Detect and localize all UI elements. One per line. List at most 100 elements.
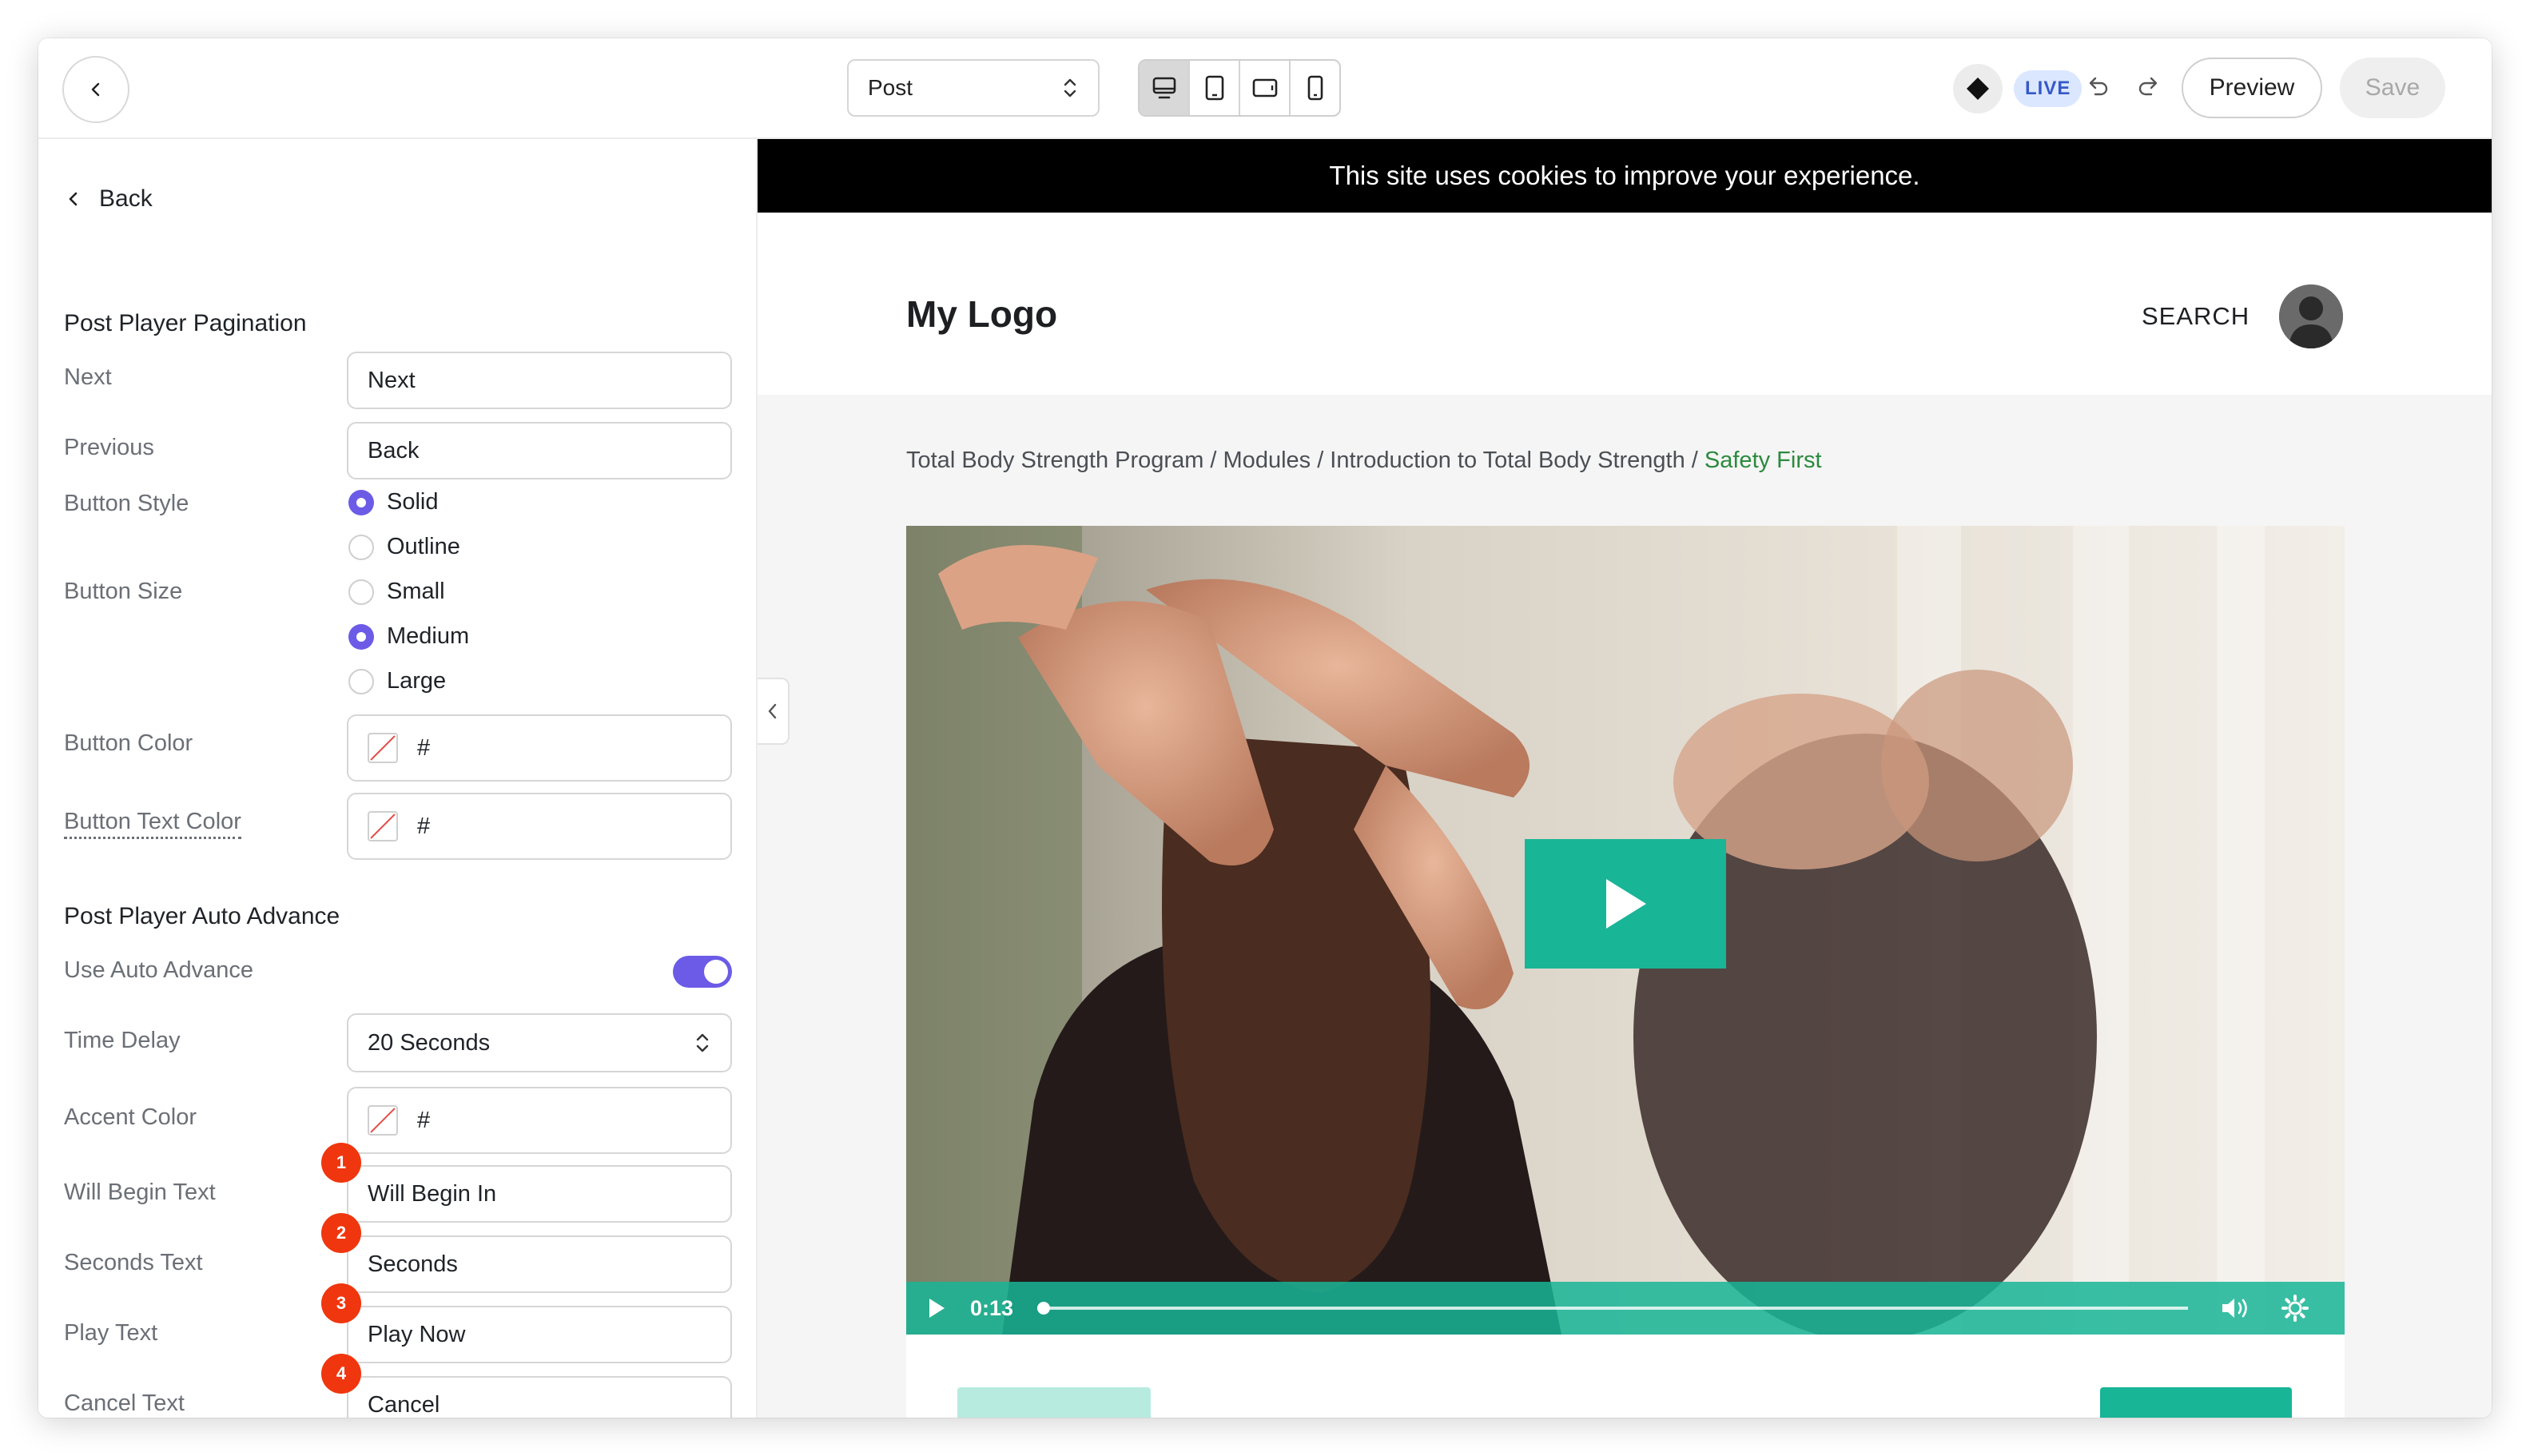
time-delay-label: Time Delay bbox=[64, 1028, 181, 1053]
pagination-section-title: Post Player Pagination bbox=[64, 310, 307, 336]
empty-color-swatch-icon[interactable] bbox=[368, 1105, 398, 1136]
size-small-radio[interactable]: Small bbox=[348, 579, 445, 605]
radio-dot bbox=[348, 668, 374, 694]
radio-dot bbox=[348, 489, 374, 515]
live-status-badge[interactable]: LIVE bbox=[2014, 70, 2082, 107]
auto-advance-toggle[interactable] bbox=[673, 956, 732, 988]
button-text-color-value: # bbox=[417, 813, 431, 839]
site-logo[interactable]: My Logo bbox=[906, 292, 1057, 336]
radio-dot bbox=[348, 534, 374, 560]
annotation-badge-3: 3 bbox=[321, 1283, 361, 1323]
play-icon bbox=[1606, 879, 1646, 929]
seek-bar[interactable] bbox=[1037, 1302, 2189, 1315]
seconds-text-input[interactable]: Seconds bbox=[347, 1235, 732, 1293]
site-header: My Logo SEARCH bbox=[758, 213, 2492, 395]
back-label: Back bbox=[99, 185, 153, 212]
theme-button[interactable] bbox=[1953, 64, 2003, 113]
annotation-badge-2: 2 bbox=[321, 1213, 361, 1253]
play-pause-button[interactable] bbox=[927, 1297, 946, 1319]
previous-text-value: Back bbox=[368, 437, 420, 463]
style-solid-radio[interactable]: Solid bbox=[348, 489, 439, 515]
will-begin-text-value: Will Begin In bbox=[368, 1180, 497, 1207]
seconds-text-value: Seconds bbox=[368, 1251, 458, 1277]
accent-color-input[interactable]: # bbox=[347, 1087, 732, 1154]
auto-advance-section-title: Post Player Auto Advance bbox=[64, 903, 340, 929]
will-begin-text-label: Will Begin Text bbox=[64, 1180, 216, 1205]
settings-button[interactable] bbox=[2281, 1294, 2309, 1323]
back-link[interactable]: Back bbox=[66, 185, 153, 213]
empty-color-swatch-icon[interactable] bbox=[368, 811, 398, 841]
button-text-color-input[interactable]: # bbox=[347, 793, 732, 860]
save-button[interactable]: Save bbox=[2340, 58, 2445, 118]
annotation-badge-1: 1 bbox=[321, 1143, 361, 1183]
size-large-radio[interactable]: Large bbox=[348, 668, 446, 694]
next-text-input[interactable]: Next bbox=[347, 352, 732, 409]
chevron-left-icon bbox=[768, 703, 777, 719]
mobile-icon bbox=[1307, 75, 1323, 101]
size-medium-radio[interactable]: Medium bbox=[348, 623, 469, 650]
big-play-button[interactable] bbox=[1525, 839, 1726, 969]
play-text-value: Play Now bbox=[368, 1321, 466, 1347]
video-controls: 0:13 bbox=[906, 1282, 2345, 1335]
tablet-landscape-icon bbox=[1252, 78, 1277, 97]
empty-color-swatch-icon[interactable] bbox=[368, 733, 398, 763]
device-tablet-button[interactable] bbox=[1190, 61, 1240, 115]
button-color-input[interactable]: # bbox=[347, 714, 732, 782]
breadcrumb: Total Body Strength Program / Modules / … bbox=[906, 448, 1822, 474]
button-style-label: Button Style bbox=[64, 491, 189, 516]
radio-label: Large bbox=[387, 668, 447, 694]
button-text-color-label: Button Text Color bbox=[64, 809, 241, 839]
previous-text-input[interactable]: Back bbox=[347, 422, 732, 479]
page-type-select[interactable]: Post bbox=[847, 59, 1100, 117]
playback-time: 0:13 bbox=[970, 1295, 1014, 1320]
radio-label: Outline bbox=[387, 534, 460, 559]
device-switcher bbox=[1138, 59, 1341, 117]
play-text-label: Play Text bbox=[64, 1320, 158, 1346]
editor-window: Post LIVE Preview Save Back Post Player … bbox=[38, 38, 2492, 1418]
next-text-value: Next bbox=[368, 367, 416, 393]
play-text-input[interactable]: Play Now bbox=[347, 1306, 732, 1363]
cancel-text-input[interactable]: Cancel bbox=[347, 1376, 732, 1418]
volume-icon bbox=[2222, 1299, 2247, 1318]
redo-button[interactable] bbox=[2135, 74, 2162, 105]
cancel-text-value: Cancel bbox=[368, 1391, 440, 1418]
time-delay-select[interactable]: 20 Seconds bbox=[347, 1013, 732, 1072]
play-icon bbox=[929, 1299, 945, 1318]
next-post-button[interactable] bbox=[2100, 1387, 2292, 1418]
gear-icon bbox=[2281, 1295, 2309, 1322]
avatar[interactable] bbox=[2279, 284, 2343, 348]
device-tablet-landscape-button[interactable] bbox=[1240, 61, 1291, 115]
page-type-value: Post bbox=[868, 75, 913, 100]
settings-panel: Back Post Player Pagination Next Next Pr… bbox=[38, 139, 758, 1418]
breadcrumb-path[interactable]: Total Body Strength Program / Modules / … bbox=[906, 448, 1705, 473]
radio-dot bbox=[348, 579, 374, 605]
will-begin-text-input[interactable]: Will Begin In bbox=[347, 1165, 732, 1223]
undo-icon bbox=[2089, 77, 2108, 96]
use-auto-advance-label: Use Auto Advance bbox=[64, 957, 253, 983]
button-size-label: Button Size bbox=[64, 579, 183, 604]
device-desktop-button[interactable] bbox=[1140, 61, 1190, 115]
breadcrumb-current[interactable]: Safety First bbox=[1705, 448, 1822, 473]
cancel-text-label: Cancel Text bbox=[64, 1390, 185, 1416]
search-link[interactable]: SEARCH bbox=[2142, 302, 2250, 331]
video-player[interactable]: 0:13 bbox=[906, 526, 2345, 1335]
exit-button[interactable] bbox=[62, 56, 129, 123]
undo-button[interactable] bbox=[2084, 74, 2111, 105]
preview-button[interactable]: Preview bbox=[2182, 58, 2322, 118]
volume-button[interactable] bbox=[2220, 1296, 2252, 1320]
seek-handle[interactable] bbox=[1037, 1302, 1051, 1315]
device-mobile-button[interactable] bbox=[1291, 61, 1339, 115]
radio-label: Solid bbox=[387, 489, 439, 515]
style-outline-radio[interactable]: Outline bbox=[348, 534, 460, 560]
previous-post-button[interactable] bbox=[957, 1387, 1151, 1418]
time-delay-value: 20 Seconds bbox=[368, 1029, 491, 1056]
updown-chevron-icon bbox=[694, 1031, 711, 1055]
collapse-panel-button[interactable] bbox=[758, 678, 790, 745]
radio-label: Medium bbox=[387, 623, 470, 649]
site-preview: This site uses cookies to improve your e… bbox=[758, 139, 2492, 1418]
radio-label: Small bbox=[387, 579, 445, 604]
diamond-icon bbox=[1967, 78, 1989, 100]
post-navigation-area bbox=[906, 1335, 2345, 1418]
cookie-banner[interactable]: This site uses cookies to improve your e… bbox=[758, 139, 2492, 213]
radio-dot bbox=[348, 623, 374, 650]
